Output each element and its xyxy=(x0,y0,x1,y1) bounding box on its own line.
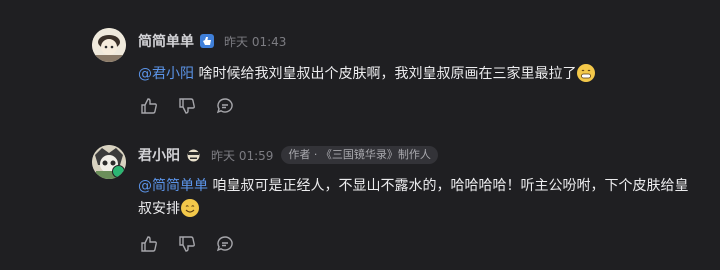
thumbs-down-icon[interactable] xyxy=(178,97,196,115)
timestamp: 昨天 01:43 xyxy=(224,34,287,49)
smiling-emoji xyxy=(181,199,199,217)
thumbs-up-icon[interactable] xyxy=(140,97,158,115)
avatar[interactable] xyxy=(92,145,126,179)
comment-text: @君小阳 啥时候给我刘皇叔出个皮肤啊，我刘皇叔原画在三家里最拉了 xyxy=(138,63,698,86)
mention-link[interactable]: @简简单单 xyxy=(138,178,208,194)
username[interactable]: 简简单单 xyxy=(138,31,194,51)
comment-item: 君小阳 昨天 01:59 作者 · 《三国镜华录》制作人 @简简单单 咱皇叔可是… xyxy=(0,125,720,270)
comment-actions xyxy=(140,235,234,253)
thumbs-down-icon[interactable] xyxy=(178,235,196,253)
mention-link[interactable]: @君小阳 xyxy=(138,66,194,82)
thumbs-up-icon[interactable] xyxy=(140,235,158,253)
grinning-emoji xyxy=(577,64,596,82)
comment-body: 啥时候给我刘皇叔出个皮肤啊，我刘皇叔原画在三家里最拉了 xyxy=(194,66,577,82)
verified-icon xyxy=(200,34,214,48)
comment-actions xyxy=(140,97,234,115)
comment-header: 简简单单 昨天 01:43 xyxy=(138,31,286,51)
timestamp: 昨天 01:59 xyxy=(211,148,274,163)
comment-icon[interactable] xyxy=(216,235,234,253)
mask-icon xyxy=(186,148,201,163)
username[interactable]: 君小阳 xyxy=(138,145,180,165)
author-badge: 作者 · 《三国镜华录》制作人 xyxy=(281,146,438,164)
comment-text: @简简单单 咱皇叔可是正经人，不显山不露水的，哈哈哈哈！听主公吩咐，下个皮肤给皇… xyxy=(138,175,698,221)
comment-body: 咱皇叔可是正经人，不显山不露水的，哈哈哈哈！听主公吩咐，下个皮肤给皇叔安排 xyxy=(138,178,689,217)
comment-header: 君小阳 昨天 01:59 作者 · 《三国镜华录》制作人 xyxy=(138,145,438,165)
avatar[interactable] xyxy=(92,28,126,62)
comment-icon[interactable] xyxy=(216,97,234,115)
comment-item: 简简单单 昨天 01:43 @君小阳 啥时候给我刘皇叔出个皮肤啊，我刘皇叔原画在… xyxy=(0,0,720,125)
